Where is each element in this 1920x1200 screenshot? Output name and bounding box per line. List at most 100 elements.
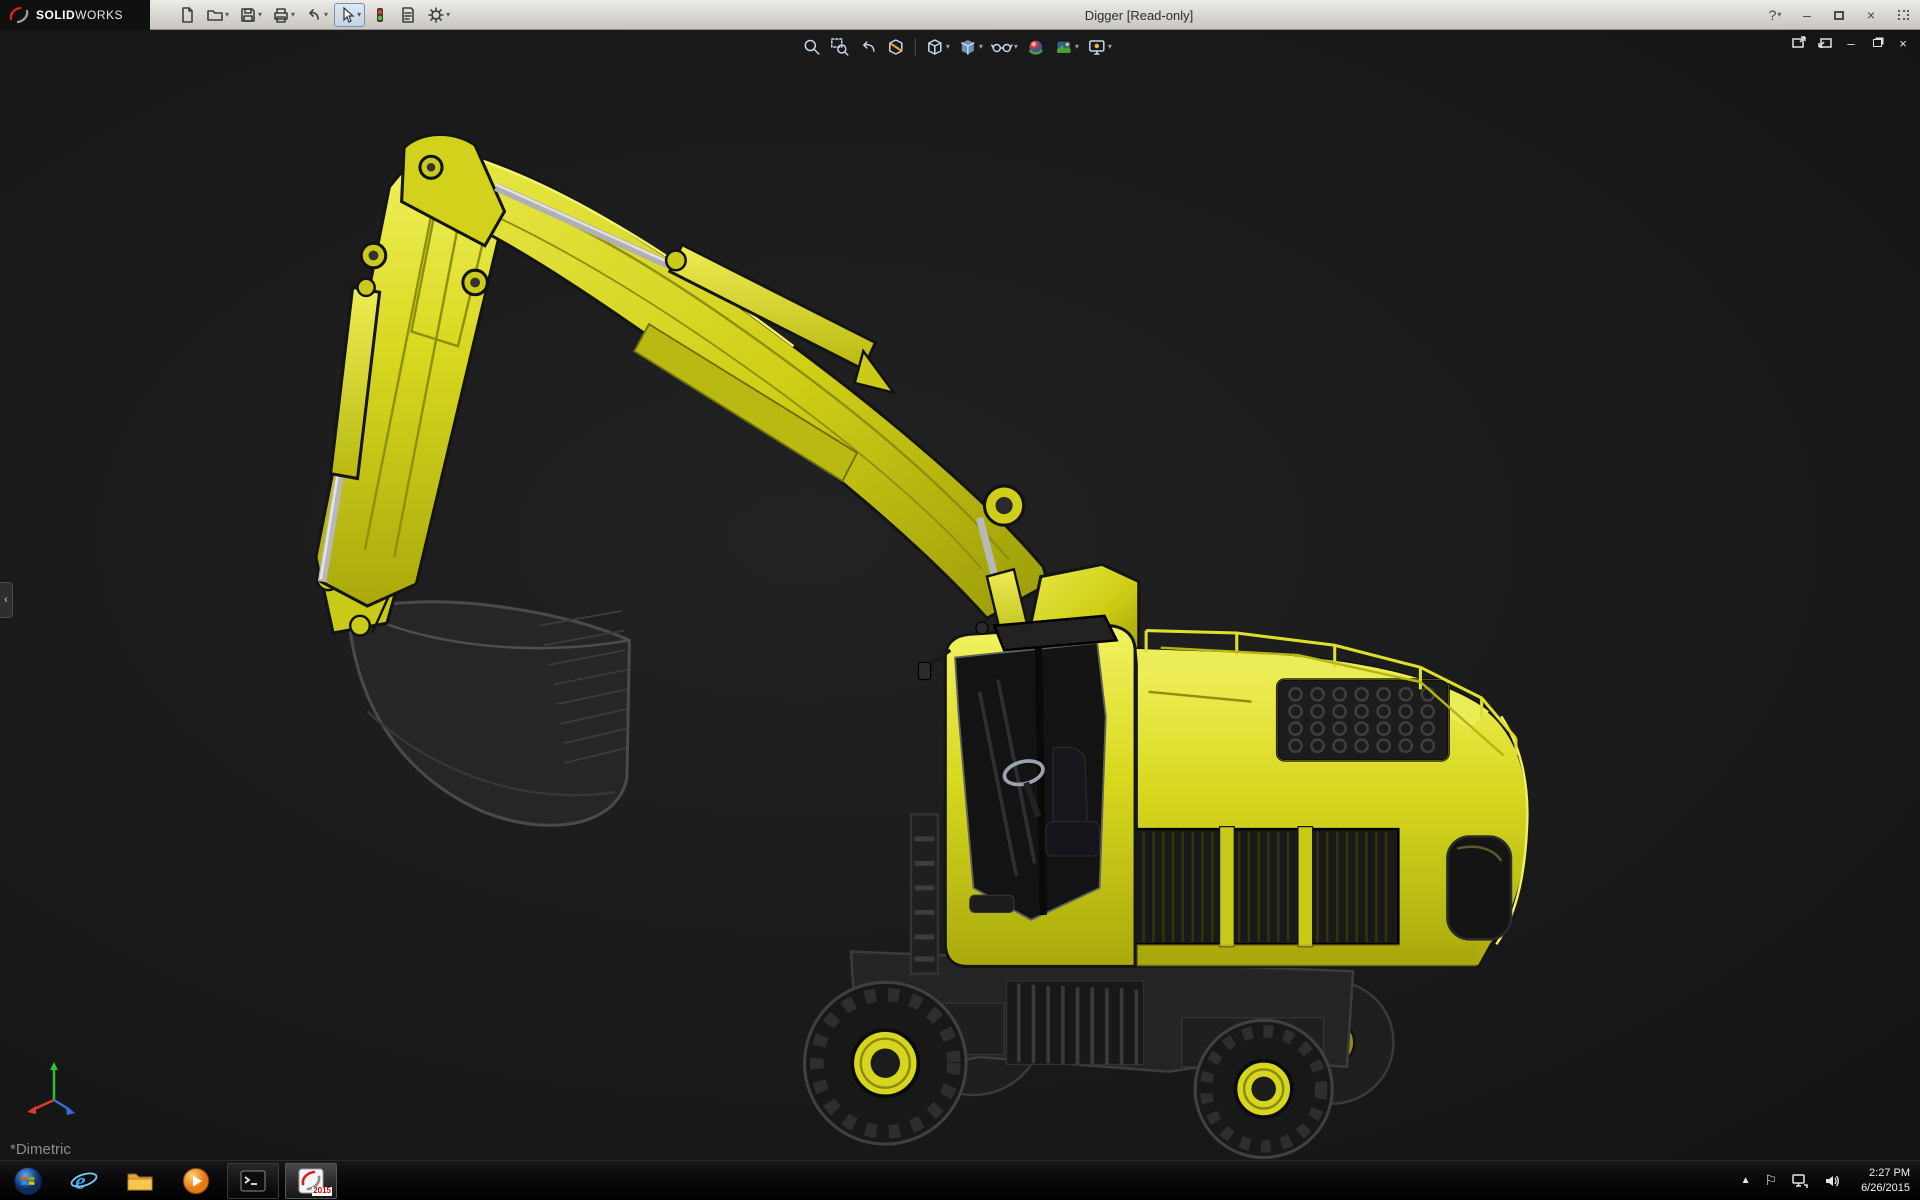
- heads-up-toolbar: ▾ ▾ ▾ ▾: [799, 34, 1115, 60]
- previous-view-button[interactable]: [855, 34, 881, 60]
- display-style-button[interactable]: ▾: [955, 34, 986, 60]
- new-button[interactable]: [174, 3, 200, 27]
- view-orientation-caret-icon: ▾: [946, 43, 950, 51]
- select-button[interactable]: ▾: [334, 3, 365, 27]
- section-view-button[interactable]: [883, 34, 909, 60]
- doc-close-button[interactable]: ×: [1894, 34, 1912, 52]
- select-caret-icon[interactable]: ▾: [357, 11, 361, 19]
- solidworks-year-badge: 2015: [312, 1187, 332, 1196]
- window-controls: ?▾ – ×: [1764, 0, 1914, 30]
- close-button[interactable]: ×: [1860, 4, 1882, 26]
- internet-explorer-icon: e: [69, 1166, 99, 1196]
- folder-icon: [125, 1168, 155, 1194]
- toolbar-separator: [915, 38, 916, 56]
- start-button[interactable]: [0, 1161, 56, 1200]
- new-file-icon: [178, 6, 196, 24]
- windows-start-icon: [13, 1166, 43, 1196]
- document-window-controls: – ×: [1790, 34, 1912, 52]
- quick-access-toolbar: ▾ ▾ ▾ ▾ ▾: [174, 3, 454, 27]
- action-center-flag-icon[interactable]: ⚐: [1765, 1172, 1778, 1189]
- previous-view-icon: [858, 37, 878, 57]
- help-glyph: ?: [1769, 8, 1777, 22]
- brand-solid: SOLID: [36, 8, 75, 22]
- view-orientation-cube-icon: [925, 37, 945, 57]
- excavator-model[interactable]: [0, 30, 1920, 1160]
- minimize-icon: –: [1803, 8, 1811, 22]
- doc-dock-button[interactable]: [1816, 34, 1834, 52]
- clock-time: 2:27 PM: [1861, 1166, 1910, 1181]
- cab-seat: [1053, 747, 1087, 827]
- undo-caret-icon[interactable]: ▾: [324, 11, 328, 19]
- edit-appearance-ball-icon: [1026, 37, 1046, 57]
- front-wheel[interactable]: [804, 982, 966, 1144]
- rebuild-trafficlight-icon: [371, 6, 389, 24]
- doc-restore-icon: [1873, 39, 1882, 47]
- hide-show-items-button[interactable]: ▾: [988, 34, 1021, 60]
- apply-scene-button[interactable]: ▾: [1051, 34, 1082, 60]
- print-icon: [272, 6, 290, 24]
- clock-date: 6/26/2015: [1861, 1181, 1910, 1196]
- help-caret-icon: ▾: [1777, 11, 1781, 19]
- save-button[interactable]: ▾: [235, 3, 266, 27]
- command-prompt-icon: [239, 1169, 267, 1193]
- taskbar-item-solidworks[interactable]: 2015: [285, 1163, 337, 1199]
- view-settings-button[interactable]: ▾: [1084, 34, 1115, 60]
- taskbar-clock[interactable]: 2:27 PM 6/26/2015: [1855, 1166, 1910, 1196]
- close-icon: ×: [1867, 8, 1875, 22]
- undo-button[interactable]: ▾: [301, 3, 332, 27]
- doc-close-icon: ×: [1899, 36, 1907, 51]
- taskbar-item-internet-explorer[interactable]: e: [56, 1161, 112, 1200]
- doc-float-button[interactable]: [1790, 34, 1808, 52]
- file-properties-icon: [399, 6, 417, 24]
- undo-arrow-icon: [305, 6, 323, 24]
- section-view-icon: [886, 37, 906, 57]
- open-button[interactable]: ▾: [202, 3, 233, 27]
- taskbar: e 2015 ▲ ⚐: [0, 1160, 1920, 1200]
- taskbar-item-command-prompt[interactable]: [227, 1163, 279, 1199]
- hide-show-glasses-icon: [991, 37, 1013, 57]
- rebuild-button[interactable]: [367, 3, 393, 27]
- options-button[interactable]: ▾: [423, 3, 454, 27]
- open-folder-icon: [206, 6, 224, 24]
- doc-minimize-icon: –: [1847, 36, 1854, 51]
- titlebar: SOLIDWORKS ▾ ▾ ▾: [0, 0, 1920, 30]
- maximize-icon: [1834, 11, 1844, 20]
- save-caret-icon[interactable]: ▾: [258, 11, 262, 19]
- maximize-button[interactable]: [1828, 4, 1850, 26]
- zoom-to-area-button[interactable]: [827, 34, 853, 60]
- cab[interactable]: [911, 616, 1135, 974]
- rear-wheel[interactable]: [1195, 1020, 1332, 1157]
- file-properties-button[interactable]: [395, 3, 421, 27]
- svg-text:e: e: [75, 1169, 86, 1195]
- upper-body[interactable]: [1106, 631, 1528, 967]
- display-style-icon: [958, 37, 978, 57]
- view-orientation-button[interactable]: ▾: [922, 34, 953, 60]
- network-icon[interactable]: [1791, 1173, 1809, 1189]
- system-tray: ▲ ⚐ 2:27 PM 6/26/2015: [1741, 1166, 1920, 1196]
- feature-panel-flyout-tab[interactable]: ‹: [0, 582, 13, 618]
- bucket[interactable]: [348, 602, 630, 826]
- tray-expand-button[interactable]: ▲: [1741, 1175, 1751, 1186]
- zoom-to-fit-icon: [802, 37, 822, 57]
- select-cursor-icon: [338, 6, 356, 24]
- solidworks-logo: SOLIDWORKS: [0, 0, 150, 30]
- taskbar-item-media-player[interactable]: [168, 1161, 224, 1200]
- doc-dock-icon: [1817, 36, 1833, 50]
- doc-minimize-button[interactable]: –: [1842, 34, 1860, 52]
- options-caret-icon[interactable]: ▾: [446, 11, 450, 19]
- fullscreen-icon: [1898, 10, 1909, 20]
- print-button[interactable]: ▾: [268, 3, 299, 27]
- graphics-viewport[interactable]: ▾ ▾ ▾ ▾: [0, 30, 1920, 1160]
- open-caret-icon[interactable]: ▾: [225, 11, 229, 19]
- help-button[interactable]: ?▾: [1764, 4, 1786, 26]
- print-caret-icon[interactable]: ▾: [291, 11, 295, 19]
- edit-appearance-button[interactable]: [1023, 34, 1049, 60]
- minimize-button[interactable]: –: [1796, 4, 1818, 26]
- zoom-to-fit-button[interactable]: [799, 34, 825, 60]
- doc-restore-button[interactable]: [1868, 34, 1886, 52]
- fullscreen-toggle-button[interactable]: [1892, 4, 1914, 26]
- volume-icon[interactable]: [1823, 1173, 1841, 1189]
- apply-scene-icon: [1054, 37, 1074, 57]
- taskbar-item-file-explorer[interactable]: [112, 1161, 168, 1200]
- apply-scene-caret-icon: ▾: [1075, 43, 1079, 51]
